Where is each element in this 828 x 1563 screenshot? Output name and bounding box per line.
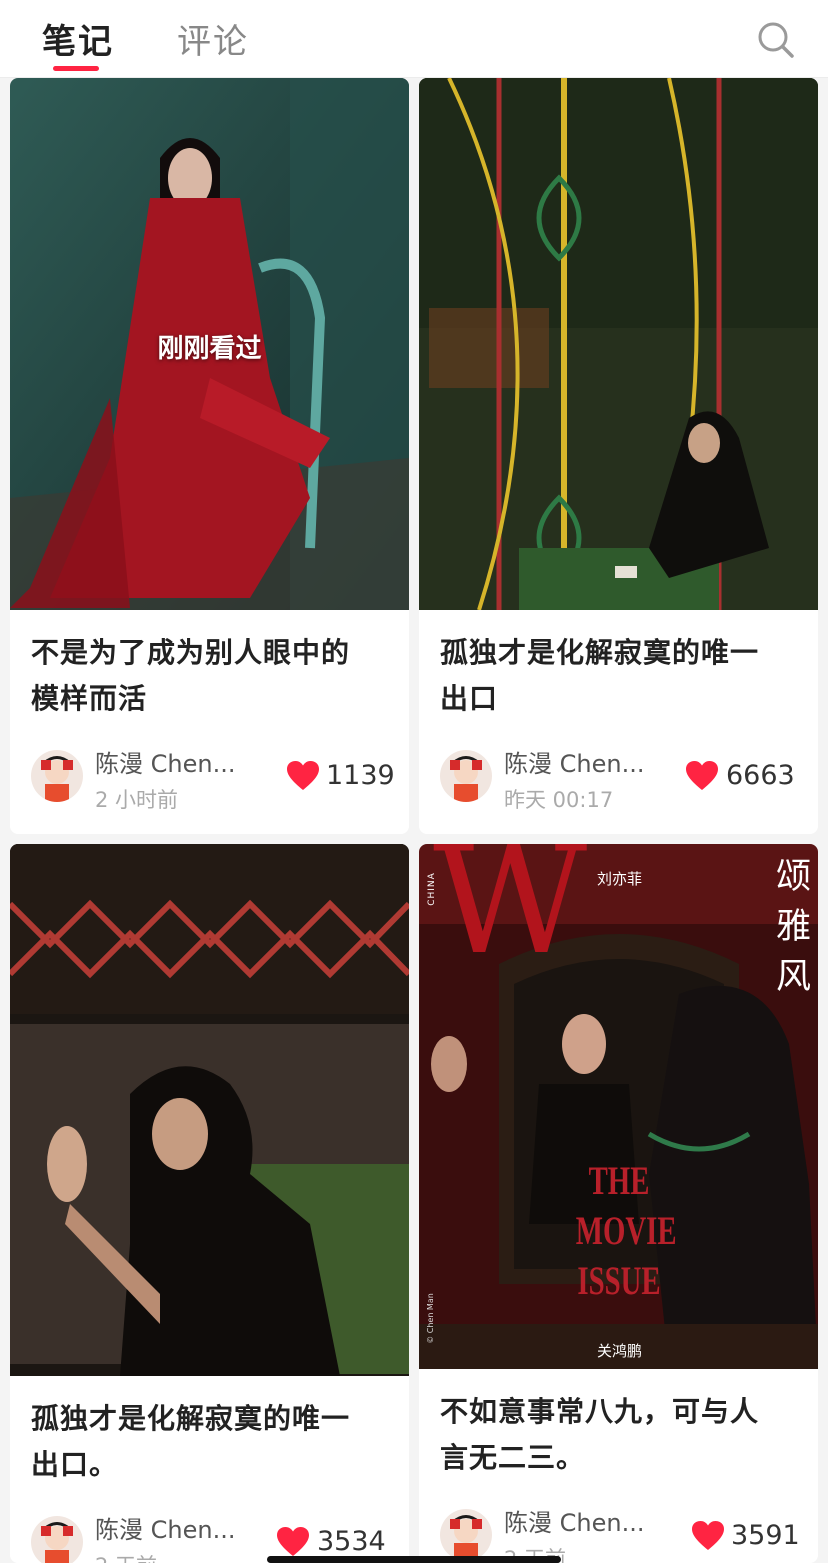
tab-notes[interactable]: 笔记 xyxy=(42,14,114,63)
heart-icon[interactable] xyxy=(686,761,718,791)
active-tab-indicator xyxy=(53,66,99,71)
magazine-country: CHINA xyxy=(426,872,437,906)
note-title: 不是为了成为别人眼中的 模样而活 xyxy=(31,636,351,715)
search-button[interactable] xyxy=(756,20,796,60)
post-time: 2 天前 xyxy=(95,1550,157,1563)
note-card[interactable]: 刚刚看过 不是为了成为别人眼中的 模样而活 陈漫 Chen... 2 小时前 11… xyxy=(10,78,409,834)
magazine-logo: W xyxy=(433,844,588,988)
note-title: 孤独才是化解寂寞的唯一 出口。 xyxy=(31,1402,351,1481)
author-avatar[interactable] xyxy=(440,1509,492,1561)
post-time: 2 小时前 xyxy=(95,788,179,812)
note-card[interactable]: 孤独才是化解寂寞的唯一 出口 陈漫 Chen... 昨天 00:17 6663 xyxy=(419,78,818,834)
post-time: 昨天 00:17 xyxy=(504,788,614,812)
like-count: 3591 xyxy=(731,1520,800,1551)
top-tab-bar: 笔记 评论 xyxy=(0,0,828,78)
cover-credit: © Chen Man xyxy=(425,1293,435,1344)
like-count: 3534 xyxy=(317,1526,386,1557)
note-cover-image[interactable] xyxy=(10,844,409,1376)
note-title: 孤独才是化解寂寞的唯一 出口 xyxy=(440,636,760,715)
author-name[interactable]: 陈漫 Chen... xyxy=(504,744,644,779)
cover-star-name: 刘亦菲 xyxy=(597,870,643,888)
note-title: 不如意事常八九，可与人 言无二三。 xyxy=(440,1395,760,1474)
note-cover-image[interactable]: 刚刚看过 xyxy=(10,78,409,610)
heart-icon[interactable] xyxy=(692,1521,724,1551)
cover-vertical-title: 颂雅风 xyxy=(776,857,812,997)
note-cover-image[interactable]: W CHINA 刘亦菲 颂雅风 THE MOVIE ISSUE 关鸿鹏 © Ch… xyxy=(419,844,818,1369)
note-cover-image[interactable] xyxy=(419,78,818,610)
author-name[interactable]: 陈漫 Chen... xyxy=(95,1510,235,1545)
author-avatar[interactable] xyxy=(31,750,83,802)
heart-icon[interactable] xyxy=(287,761,319,791)
note-card[interactable]: 孤独才是化解寂寞的唯一出口。 陈漫 Chen... 2 天前 3534 xyxy=(10,844,409,1563)
author-avatar[interactable] xyxy=(440,750,492,802)
home-indicator[interactable] xyxy=(267,1556,561,1563)
heart-icon[interactable] xyxy=(277,1527,309,1557)
cover-director: 关鸿鹏 xyxy=(597,1342,643,1360)
author-avatar[interactable] xyxy=(31,1516,83,1563)
search-icon xyxy=(758,22,794,58)
note-card[interactable]: W CHINA 刘亦菲 颂雅风 THE MOVIE ISSUE 关鸿鹏 © Ch… xyxy=(419,844,818,1563)
tab-comments[interactable]: 评论 xyxy=(177,14,249,63)
author-name[interactable]: 陈漫 Chen... xyxy=(504,1503,644,1538)
like-count: 1139 xyxy=(326,760,395,791)
like-count: 6663 xyxy=(726,760,795,791)
author-name[interactable]: 陈漫 Chen... xyxy=(95,744,235,779)
cover-issue-title: THE MOVIE ISSUE xyxy=(575,1158,677,1303)
recently-viewed-label: 刚刚看过 xyxy=(157,334,262,364)
